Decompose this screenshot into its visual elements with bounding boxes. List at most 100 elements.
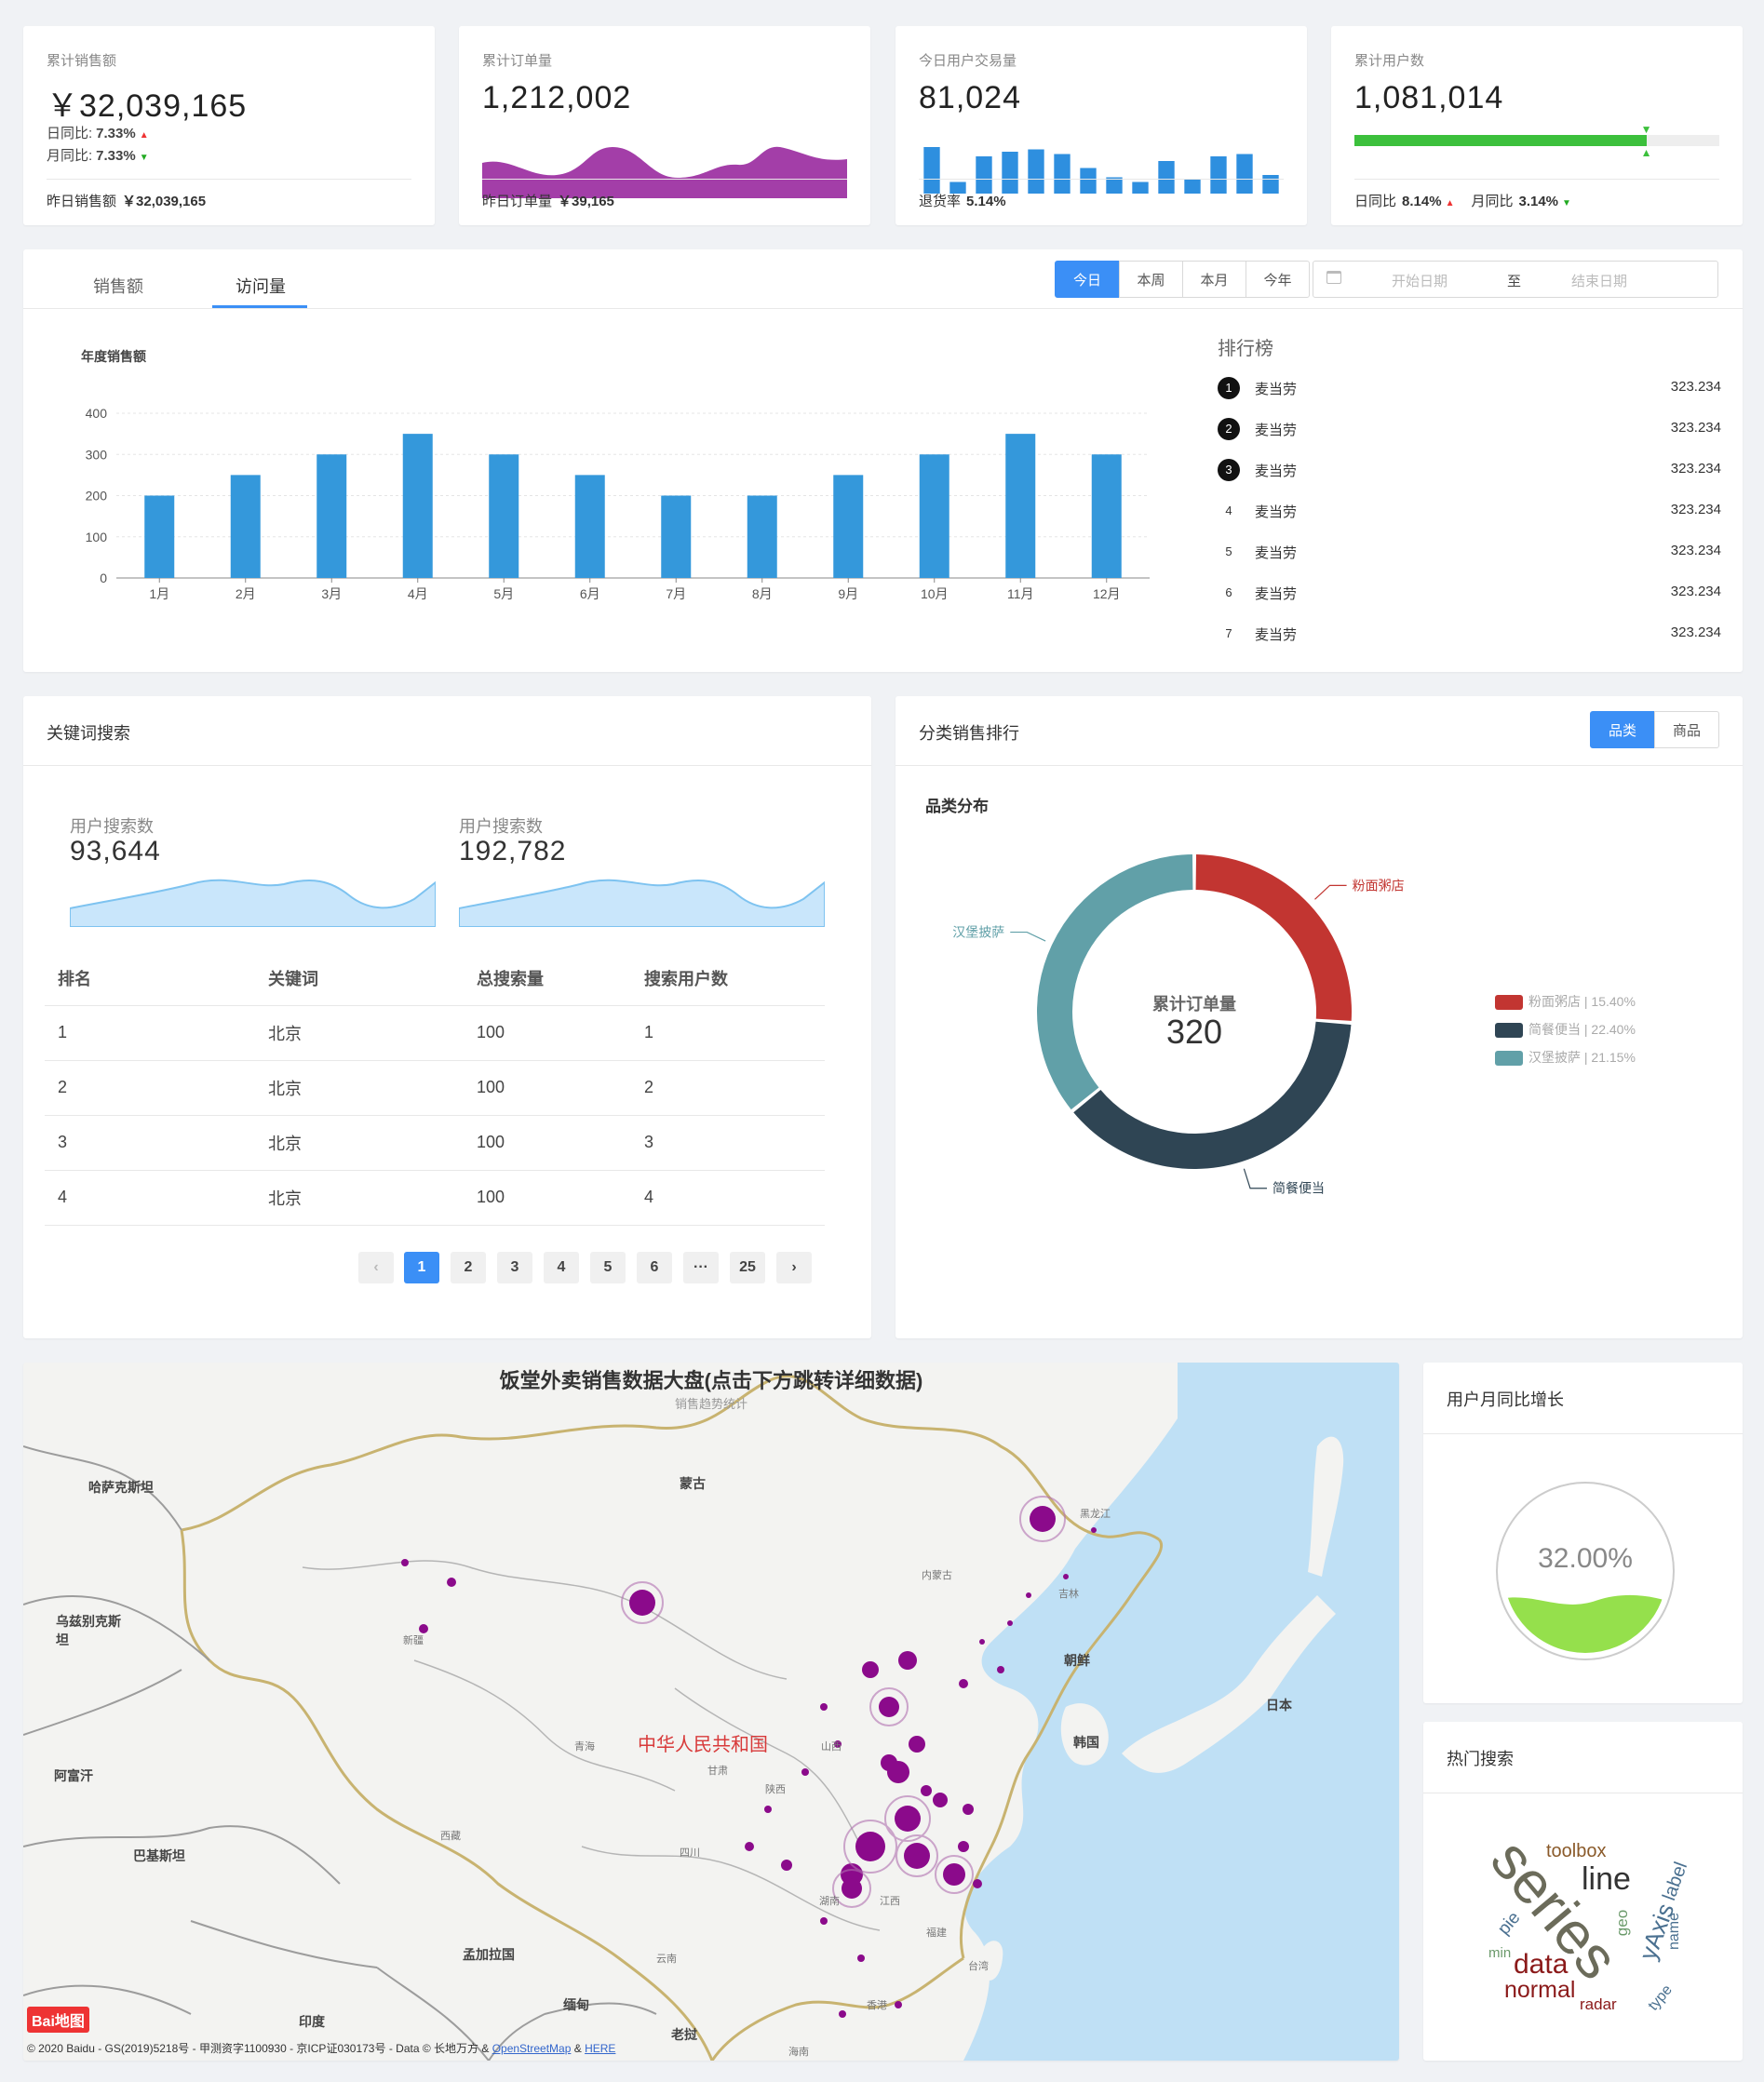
header-total: 总搜索量 [464, 951, 631, 1006]
map-label: 黑龙江 [1080, 1509, 1111, 1520]
word-cloud-word[interactable]: label [1659, 1860, 1692, 1904]
word-cloud-word[interactable]: normal [1504, 1977, 1575, 2004]
keyword-title: 关键词搜索 [47, 724, 130, 743]
map-label: 老挝 [671, 2027, 697, 2042]
y-tick-label: 400 [86, 406, 108, 421]
ranking-number: 4 [1225, 504, 1232, 517]
map-label: 湖南 [819, 1896, 840, 1907]
map-label: 新疆 [403, 1635, 424, 1646]
ranking-value: 323.234 [1670, 584, 1721, 599]
stat-label: 今日用户交易量 [919, 53, 1017, 69]
table-row: 1 北京 100 1 [45, 1005, 825, 1061]
word-cloud-word[interactable]: data [1514, 1949, 1568, 1981]
legend-swatch [1495, 1051, 1523, 1067]
bar [919, 454, 949, 578]
pagination-next-button[interactable]: › [776, 1252, 812, 1283]
pagination-prev-button[interactable]: ‹ [358, 1252, 394, 1283]
baidu-map-logo[interactable]: Bai地图 [27, 2007, 89, 2033]
pagination-ellipsis[interactable]: ··· [683, 1252, 719, 1283]
word-cloud-word[interactable]: geo [1613, 1910, 1632, 1936]
bar [661, 495, 692, 578]
table-header-row: 排名 关键词 总搜索量 搜索用户数 [45, 951, 825, 1006]
ranking-value: 323.234 [1670, 502, 1721, 517]
map-label: 内蒙古 [922, 1570, 952, 1581]
word-cloud-word[interactable]: min [1488, 1945, 1511, 1961]
keyword-table: 排名 关键词 总搜索量 搜索用户数 1 北京 100 1 2 北京 100 2 3 北京 100… [45, 951, 825, 1226]
range-week-button[interactable]: 本周 [1119, 261, 1183, 298]
word-cloud-word[interactable]: line [1582, 1861, 1631, 1898]
date-end-input[interactable]: 结束日期 [1571, 271, 1627, 290]
date-separator: 至 [1507, 274, 1522, 289]
legend-label: 简餐便当 | 22.40% [1528, 1022, 1636, 1037]
ranking-item: 6 麦当劳 323.234 [1218, 570, 1721, 611]
stat-card-users: 累计用户数 1,081,014 ▼ ▲ 日同比 8.14% ▲ 月同比 3.14% ▼ [1331, 26, 1743, 225]
range-year-button[interactable]: 今年 [1246, 261, 1310, 298]
date-range-picker[interactable]: 开始日期 至 结束日期 [1313, 261, 1718, 298]
header-rank: 排名 [45, 951, 255, 1006]
date-start-input[interactable]: 开始日期 [1392, 271, 1448, 290]
stat-card-transactions: 今日用户交易量 81,024 退货率 5.14% [895, 26, 1307, 225]
osm-link[interactable]: OpenStreetMap [492, 2042, 572, 2055]
legend-item[interactable]: 汉堡披萨 | 21.15% [1495, 1048, 1636, 1067]
hot-search-panel: 热门搜索 series line toolbox label data norm… [1423, 1722, 1743, 2061]
cell: 北京 [255, 1170, 464, 1226]
map-label: 台湾 [968, 1961, 989, 1972]
calendar-icon [1326, 271, 1341, 284]
legend-swatch [1495, 1023, 1523, 1039]
day-compare-label: 日同比 [1354, 194, 1397, 209]
month-compare-value: 7.33% [96, 148, 136, 164]
pagination-page-3[interactable]: 3 [497, 1252, 532, 1283]
word-cloud-word[interactable]: toolbox [1546, 1841, 1607, 1862]
here-link[interactable]: HERE [585, 2042, 615, 2055]
pagination-page-2[interactable]: 2 [451, 1252, 486, 1283]
footer-label: 昨日订单量 [482, 194, 553, 209]
cell: 4 [631, 1170, 825, 1226]
range-month-button[interactable]: 本月 [1182, 261, 1246, 298]
sales-map[interactable]: 饭堂外卖销售数据大盘(点击下方跳转详细数据) 销售趋势统计 中华人民共和国 哈萨… [23, 1363, 1399, 2061]
stat-label: 累计订单量 [482, 53, 553, 69]
pagination-page-5[interactable]: 5 [590, 1252, 626, 1283]
stat-label: 累计用户数 [1354, 53, 1425, 69]
cell: 1 [45, 1005, 255, 1061]
word-cloud-word[interactable]: type [1646, 1982, 1676, 2015]
trend-up-icon: ▲ [139, 130, 149, 141]
ranking-value: 323.234 [1670, 420, 1721, 436]
legend-item[interactable]: 简餐便当 | 22.40% [1495, 1020, 1636, 1039]
cell: 3 [45, 1115, 255, 1171]
ranking-name: 麦当劳 [1255, 504, 1298, 520]
range-today-button[interactable]: 今日 [1055, 261, 1120, 298]
x-tick-label: 2月 [236, 586, 256, 601]
bar [316, 454, 347, 578]
trend-down-icon: ▼ [139, 153, 149, 163]
map-copyright: © 2020 Baidu - GS(2019)5218号 - 甲测资字11009… [27, 2040, 615, 2056]
pagination-page-4[interactable]: 4 [544, 1252, 579, 1283]
pagination-page-6[interactable]: 6 [637, 1252, 672, 1283]
stat-footer: 退货率 5.14% [919, 179, 1284, 210]
ranking-value: 323.234 [1670, 379, 1721, 395]
map-label: 朝鲜 [1064, 1653, 1090, 1668]
map-subtitle: 销售趋势统计 [674, 1397, 747, 1411]
legend-item[interactable]: 粉面粥店 | 15.40% [1495, 992, 1636, 1011]
pagination-page-25[interactable]: 25 [730, 1252, 765, 1283]
slice-label: 粉面粥店 [1353, 878, 1405, 893]
cell: 北京 [255, 1115, 464, 1171]
word-cloud-word[interactable]: name [1666, 1913, 1683, 1950]
slice-label: 汉堡披萨 [952, 925, 1004, 940]
tab-visits[interactable]: 访问量 [236, 274, 286, 298]
ranking-name: 麦当劳 [1255, 423, 1298, 438]
hot-title: 热门搜索 [1447, 1750, 1514, 1768]
metric2-value: 192,782 [459, 836, 567, 866]
x-tick-label: 4月 [408, 586, 428, 601]
tab-sales[interactable]: 销售额 [93, 274, 143, 298]
x-tick-label: 11月 [1007, 586, 1034, 601]
stat-footer: 日同比 8.14% ▲ 月同比 3.14% ▼ [1354, 179, 1719, 210]
donut-slice [1037, 854, 1193, 1110]
word-cloud-word[interactable]: radar [1580, 1995, 1617, 2014]
slice-label-line [1314, 884, 1347, 900]
pagination-page-1[interactable]: 1 [404, 1252, 439, 1283]
map-title: 饭堂外卖销售数据大盘(点击下方跳转详细数据) [499, 1369, 923, 1392]
day-compare: 日同比: 7.33% ▲ [47, 123, 149, 142]
cell: 2 [631, 1060, 825, 1116]
stat-value: 81,024 [919, 80, 1021, 115]
map-label: 印度 [299, 2014, 325, 2029]
